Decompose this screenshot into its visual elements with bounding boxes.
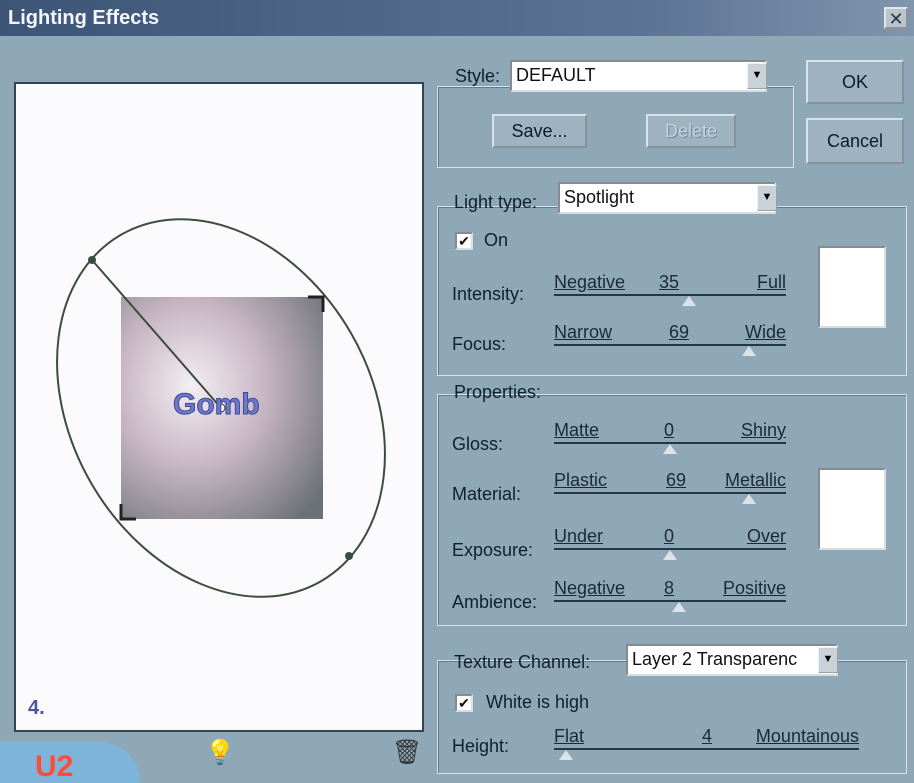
intensity-value: 35 [659, 272, 680, 292]
ambient-color-swatch[interactable] [818, 468, 886, 550]
gloss-label: Gloss: [452, 434, 504, 454]
step-number: 4. [28, 697, 45, 719]
focus-label: Focus: [452, 334, 507, 354]
height-label: Height: [452, 736, 510, 756]
focus-slider[interactable]: Narrow 69 Wide [554, 322, 786, 356]
focus-thumb[interactable] [741, 346, 756, 356]
gloss-value: 0 [664, 420, 675, 440]
preview-area[interactable]: Gomb 4. [14, 82, 424, 732]
light-color-swatch[interactable] [818, 246, 886, 328]
material-min-label: Plastic [554, 470, 608, 490]
height-min-label: Flat [554, 726, 585, 746]
intensity-track [554, 294, 786, 296]
ambience-max-label: Positive [722, 578, 786, 598]
texture-channel-select[interactable]: Layer 2 Transparenc [626, 644, 838, 676]
style-select[interactable]: DEFAULT [510, 60, 767, 92]
intensity-slider[interactable]: Negative 35 Full [554, 272, 786, 306]
dialog-title: Lighting Effects [8, 7, 160, 29]
lighting-effects-dialog: Lighting Effects ✕ Gomb 4. 💡 🗑 U2 Style:… [0, 0, 914, 783]
white-is-high-label: White is high [486, 692, 590, 712]
gloss-slider[interactable]: Matte 0 Shiny [554, 420, 786, 454]
light-type-label: Light type: [454, 192, 538, 212]
height-value: 4 [702, 726, 713, 746]
exposure-min-label: Under [554, 526, 604, 546]
delete-button[interactable]: Delete [646, 114, 736, 148]
preview-logo-text: Gomb [173, 388, 260, 421]
exposure-thumb[interactable] [663, 550, 677, 560]
ambience-label: Ambience: [452, 592, 538, 612]
title-bar: Lighting Effects ✕ [0, 0, 914, 36]
texture-channel-dropdown-icon[interactable]: ▼ [818, 647, 838, 673]
gloss-max-label: Shiny [740, 420, 786, 440]
ambience-slider[interactable]: Negative 8 Positive [554, 578, 786, 612]
light-type-select[interactable]: Spotlight [558, 182, 776, 214]
ambience-track [554, 600, 786, 602]
height-track [554, 748, 859, 750]
corner-badge: U2 [0, 742, 140, 783]
exposure-max-label: Over [746, 526, 786, 546]
texture-channel-label: Texture Channel: [454, 652, 591, 672]
on-label: On [484, 230, 509, 250]
material-value: 69 [666, 470, 687, 490]
light-type-dropdown-icon[interactable]: ▼ [757, 185, 777, 211]
save-button[interactable]: Save... [492, 114, 587, 148]
focus-min-label: Narrow [554, 322, 613, 342]
intensity-max-label: Full [756, 272, 786, 292]
material-thumb[interactable] [741, 494, 756, 504]
exposure-value: 0 [664, 526, 675, 546]
intensity-label: Intensity: [452, 284, 525, 304]
ambience-thumb[interactable] [672, 602, 687, 612]
material-label: Material: [452, 484, 522, 504]
trash-icon[interactable]: 🗑 [392, 738, 422, 767]
exposure-slider[interactable]: Under 0 Over [554, 526, 786, 560]
material-slider[interactable]: Plastic 69 Metallic [554, 470, 786, 504]
light-handle-top[interactable] [88, 256, 96, 264]
focus-max-label: Wide [744, 322, 786, 342]
close-button[interactable]: ✕ [884, 7, 908, 29]
style-group [437, 86, 794, 168]
focus-value: 69 [669, 322, 690, 342]
style-label: Style: [455, 66, 501, 86]
height-thumb[interactable] [559, 750, 574, 760]
properties-title: Properties: [454, 382, 542, 402]
light-bulb-icon[interactable]: 💡 [205, 738, 235, 767]
light-handle-bottom[interactable] [345, 552, 353, 560]
preview-canvas: Gomb [56, 218, 386, 598]
style-dropdown-icon[interactable]: ▼ [747, 63, 767, 89]
exposure-label: Exposure: [452, 540, 534, 560]
white-is-high-checkbox[interactable]: ✔ [455, 694, 473, 712]
height-slider[interactable]: Flat 4 Mountainous [554, 726, 859, 760]
cancel-button[interactable]: Cancel [806, 118, 904, 164]
gloss-min-label: Matte [554, 420, 600, 440]
height-max-label: Mountainous [755, 726, 859, 746]
intensity-min-label: Negative [554, 272, 626, 292]
on-checkbox[interactable]: ✔ [455, 232, 473, 250]
ok-button[interactable]: OK [806, 60, 904, 104]
ambience-value: 8 [664, 578, 675, 598]
ambience-min-label: Negative [554, 578, 626, 598]
material-max-label: Metallic [724, 470, 786, 490]
badge-text: U2 [35, 750, 74, 783]
intensity-thumb[interactable] [681, 296, 696, 306]
gloss-thumb[interactable] [663, 444, 677, 454]
